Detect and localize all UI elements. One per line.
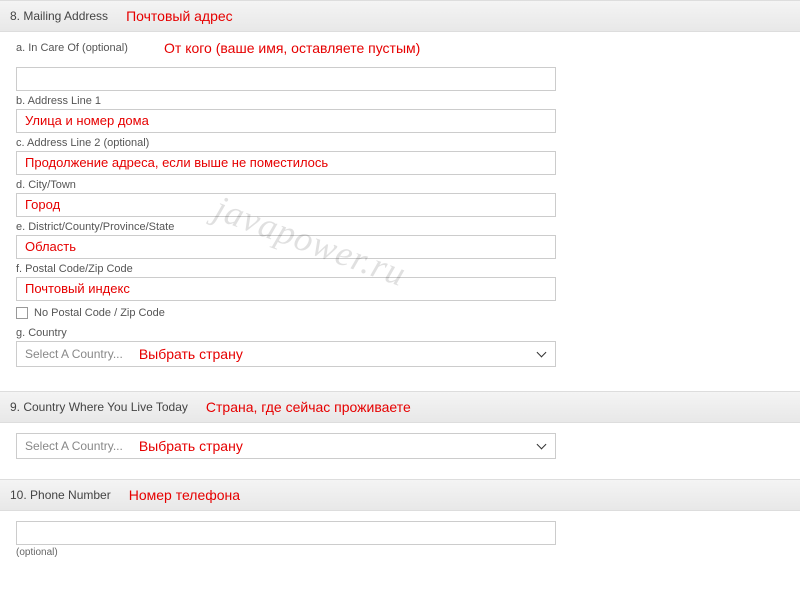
section-phone: 10. Phone Number Номер телефона (optiona… <box>0 479 800 564</box>
field-address-1: b. Address Line 1 <box>16 95 784 133</box>
section-annotation: Почтовый адрес <box>126 8 233 24</box>
label-postal: f. Postal Code/Zip Code <box>16 263 784 275</box>
phone-optional-note: (optional) <box>16 547 784 558</box>
section-country-live: 9. Country Where You Live Today Страна, … <box>0 391 800 465</box>
label-country: g. Country <box>16 327 784 339</box>
section-annotation: Страна, где сейчас проживаете <box>206 399 411 415</box>
select-country-placeholder: Select A Country... <box>25 347 123 361</box>
section-title: 9. Country Where You Live Today <box>10 400 188 414</box>
field-district: e. District/County/Province/State <box>16 221 784 259</box>
label-address-1: b. Address Line 1 <box>16 95 784 107</box>
select-country-live[interactable]: Select A Country... Выбрать страну <box>16 433 556 459</box>
select-country-live-placeholder: Select A Country... <box>25 439 123 453</box>
input-district[interactable] <box>16 235 556 259</box>
input-care-of[interactable] <box>16 67 556 91</box>
input-city[interactable] <box>16 193 556 217</box>
input-address-1[interactable] <box>16 109 556 133</box>
select-country-live-annotation: Выбрать страну <box>139 438 535 454</box>
input-postal[interactable] <box>16 277 556 301</box>
annotation-care-of: От кого (ваше имя, оставляете пустым) <box>164 40 420 56</box>
chevron-down-icon <box>535 348 547 360</box>
select-country[interactable]: Select A Country... Выбрать страну <box>16 341 556 367</box>
section-annotation: Номер телефона <box>129 487 240 503</box>
checkbox-no-postal[interactable] <box>16 307 28 319</box>
label-no-postal: No Postal Code / Zip Code <box>34 307 165 319</box>
section-header-country-live: 9. Country Where You Live Today Страна, … <box>0 391 800 423</box>
label-district: e. District/County/Province/State <box>16 221 784 233</box>
section-title: 10. Phone Number <box>10 488 111 502</box>
field-country: g. Country Select A Country... Выбрать с… <box>16 327 784 367</box>
field-postal: f. Postal Code/Zip Code <box>16 263 784 301</box>
row-no-postal: No Postal Code / Zip Code <box>16 307 784 319</box>
input-phone[interactable] <box>16 521 556 545</box>
section-title: 8. Mailing Address <box>10 9 108 23</box>
input-address-2[interactable] <box>16 151 556 175</box>
field-care-of: a. In Care Of (optional) От кого (ваше и… <box>16 42 784 91</box>
label-city: d. City/Town <box>16 179 784 191</box>
select-country-annotation: Выбрать страну <box>139 346 535 362</box>
section-header-mailing: 8. Mailing Address Почтовый адрес <box>0 0 800 32</box>
field-city: d. City/Town <box>16 179 784 217</box>
section-header-phone: 10. Phone Number Номер телефона <box>0 479 800 511</box>
label-address-2: c. Address Line 2 (optional) <box>16 137 784 149</box>
field-address-2: c. Address Line 2 (optional) <box>16 137 784 175</box>
chevron-down-icon <box>535 440 547 452</box>
section-mailing-address: 8. Mailing Address Почтовый адрес a. In … <box>0 0 800 377</box>
